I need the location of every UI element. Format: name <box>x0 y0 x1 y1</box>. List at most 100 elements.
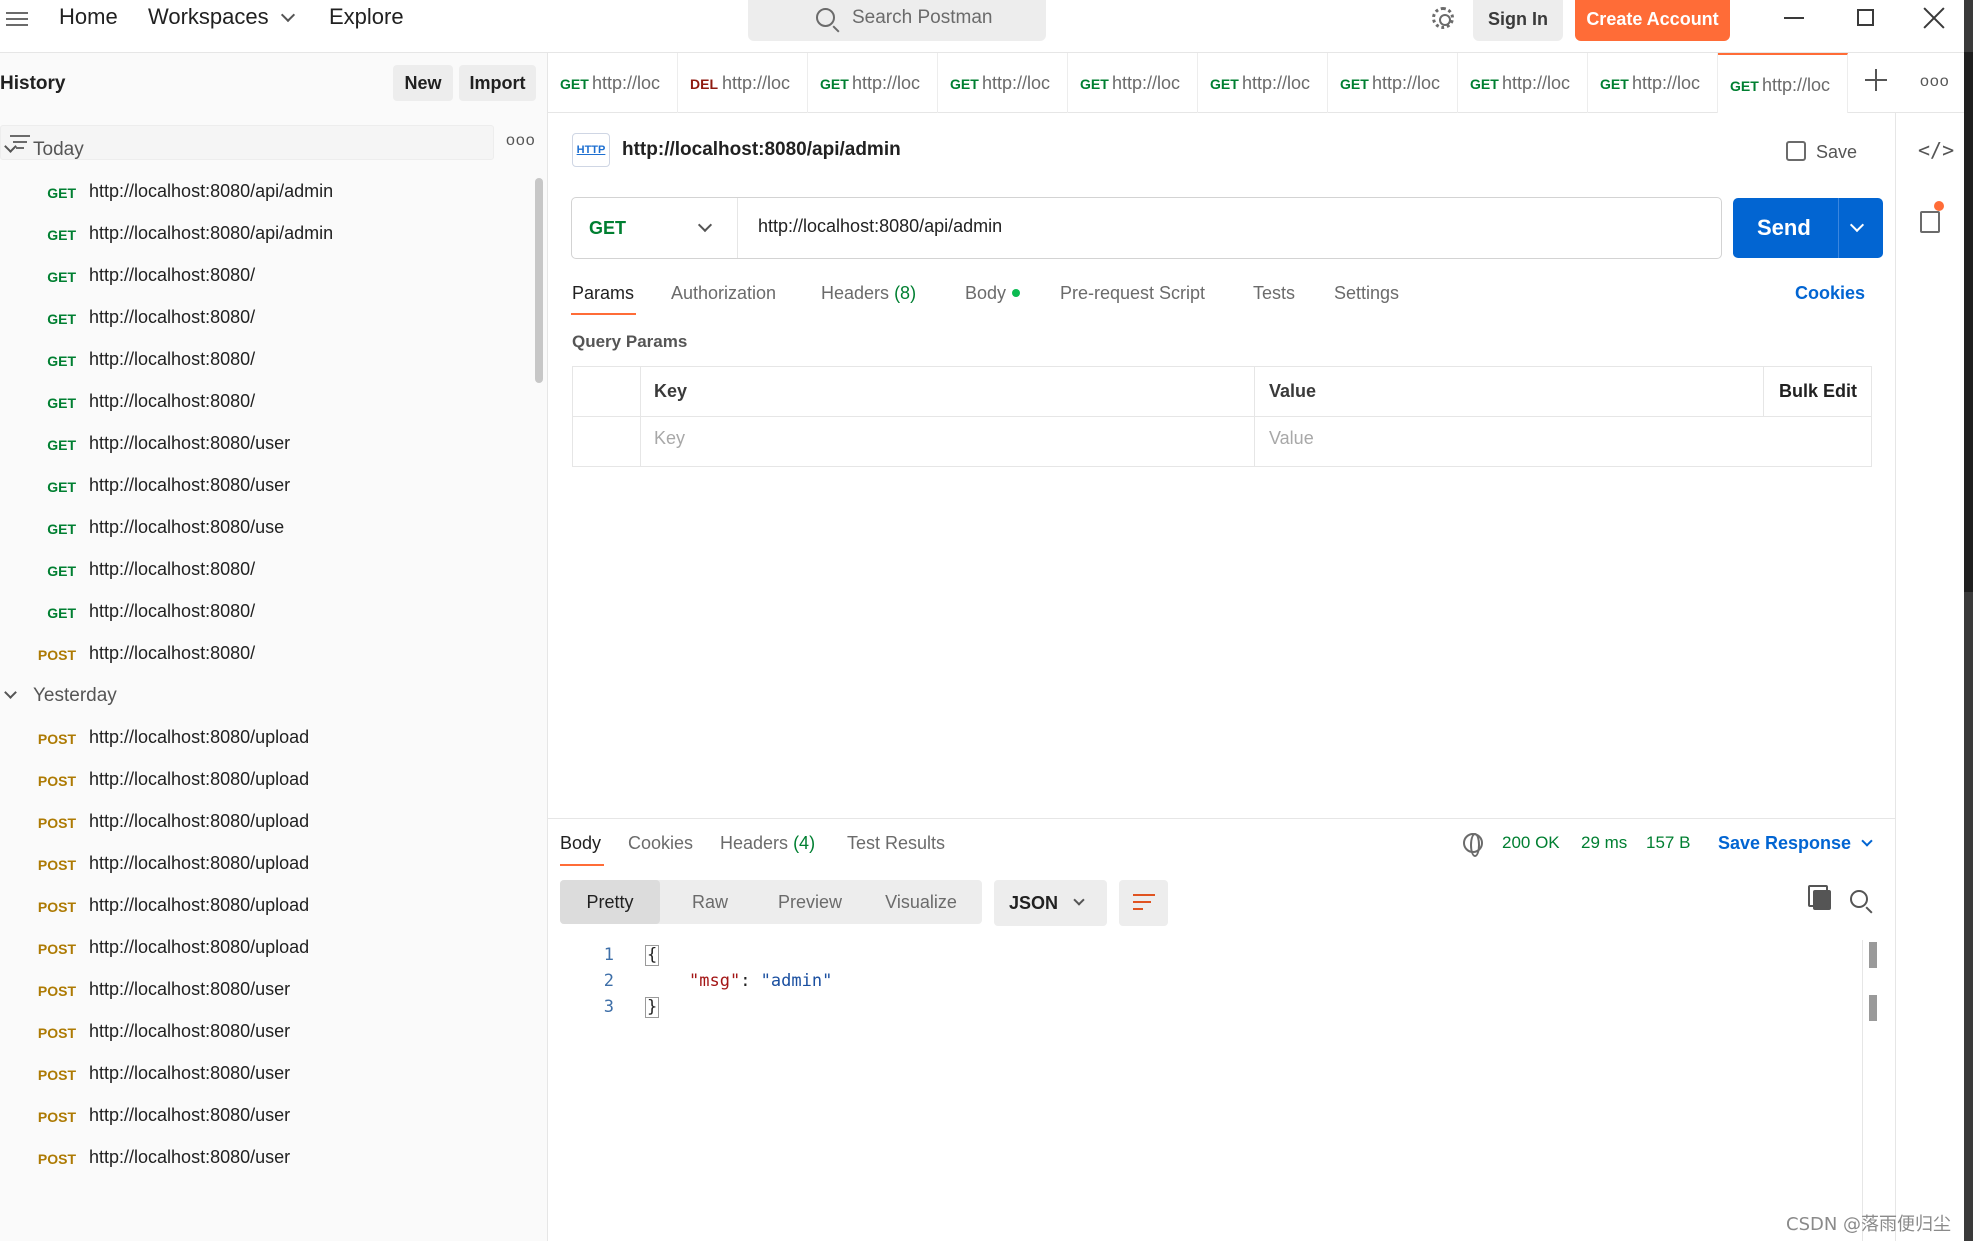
code-scrollbar-marker[interactable] <box>1869 995 1877 1021</box>
history-item[interactable]: GET http://localhost:8080/ <box>0 341 520 381</box>
value-input[interactable]: Value <box>1269 428 1314 449</box>
request-title[interactable]: http://localhost:8080/api/admin <box>622 139 901 161</box>
save-button[interactable]: Save <box>1786 138 1857 163</box>
response-size[interactable]: 157 B <box>1646 833 1690 853</box>
request-tab[interactable]: GET http://loc <box>808 53 938 113</box>
history-item[interactable]: POST http://localhost:8080/user <box>0 1013 520 1053</box>
request-tab[interactable]: GET http://loc <box>1328 53 1458 113</box>
tab-params[interactable]: Params <box>572 283 634 304</box>
search-response-icon[interactable] <box>1850 890 1868 908</box>
history-item[interactable]: GET http://localhost:8080/ <box>0 593 520 633</box>
response-divider[interactable] <box>548 818 1896 819</box>
tab-pre-request-script[interactable]: Pre-request Script <box>1060 283 1205 304</box>
view-visualize[interactable]: Visualize <box>860 880 982 924</box>
response-code-viewer[interactable]: 1 2 3 { "msg": "admin" } <box>560 940 1860 1040</box>
history-item[interactable]: POST http://localhost:8080/user <box>0 1097 520 1137</box>
history-item[interactable]: GET http://localhost:8080/ <box>0 257 520 297</box>
copy-icon[interactable] <box>1808 885 1831 910</box>
search-input[interactable]: Search Postman <box>748 0 1046 41</box>
tab-body[interactable]: Body <box>965 283 1021 304</box>
history-item[interactable]: GET http://localhost:8080/use <box>0 509 520 549</box>
history-item[interactable]: POST http://localhost:8080/user <box>0 1139 520 1179</box>
history-item[interactable]: GET http://localhost:8080/user <box>0 467 520 507</box>
history-item-method: POST <box>37 815 76 831</box>
documentation-icon[interactable] <box>1920 201 1944 233</box>
format-select[interactable]: JSON <box>994 880 1107 926</box>
response-tab-cookies[interactable]: Cookies <box>628 833 693 854</box>
request-tab[interactable]: GET http://loc <box>1588 53 1718 113</box>
tab-tests[interactable]: Tests <box>1253 283 1295 304</box>
send-button[interactable]: Send <box>1733 198 1883 258</box>
history-item-method: POST <box>37 647 76 663</box>
request-tab[interactable]: GET http://loc <box>548 53 678 113</box>
save-response-button[interactable]: Save Response <box>1718 833 1873 854</box>
code-scrollbar-marker[interactable] <box>1869 942 1877 968</box>
json-value: "admin" <box>760 971 833 991</box>
history-item-method: POST <box>37 983 76 999</box>
tabs-more-icon[interactable]: ooo <box>1920 73 1950 91</box>
menu-icon[interactable] <box>6 8 28 28</box>
code-snippet-icon[interactable]: </> <box>1918 138 1954 162</box>
history-item[interactable]: GET http://localhost:8080/user <box>0 425 520 465</box>
history-item[interactable]: GET http://localhost:8080/api/admin <box>0 215 520 255</box>
nav-home[interactable]: Home <box>59 4 118 30</box>
nav-workspaces[interactable]: Workspaces <box>148 4 295 30</box>
history-item[interactable]: GET http://localhost:8080/ <box>0 383 520 423</box>
history-item[interactable]: GET http://localhost:8080/api/admin <box>0 173 520 213</box>
cookies-link[interactable]: Cookies <box>1795 283 1865 304</box>
more-options-icon[interactable]: ooo <box>506 132 536 150</box>
request-tab[interactable]: DEL http://loc <box>678 53 808 113</box>
history-group-0[interactable]: Today <box>0 139 84 161</box>
minimize-icon[interactable] <box>1784 17 1804 19</box>
history-item-method: POST <box>37 857 76 873</box>
sign-in-button[interactable]: Sign In <box>1473 0 1563 41</box>
nav-explore[interactable]: Explore <box>329 4 404 30</box>
history-item[interactable]: GET http://localhost:8080/ <box>0 551 520 591</box>
history-item[interactable]: POST http://localhost:8080/ <box>0 635 520 675</box>
response-tab-test-results[interactable]: Test Results <box>847 833 945 854</box>
response-time[interactable]: 29 ms <box>1581 833 1627 853</box>
history-item[interactable]: POST http://localhost:8080/upload <box>0 845 520 885</box>
tab-headers[interactable]: Headers (8) <box>821 283 916 304</box>
request-tab[interactable]: GET http://loc <box>1068 53 1198 113</box>
view-raw[interactable]: Raw <box>660 880 760 924</box>
history-item[interactable]: POST http://localhost:8080/upload <box>0 719 520 759</box>
maximize-icon[interactable] <box>1857 9 1874 26</box>
status-code[interactable]: 200 OK <box>1502 833 1560 853</box>
response-tab-body[interactable]: Body <box>560 833 601 854</box>
globe-icon[interactable] <box>1463 833 1483 857</box>
new-tab-plus-icon[interactable] <box>1865 69 1887 91</box>
create-account-button[interactable]: Create Account <box>1575 0 1730 41</box>
history-item[interactable]: POST http://localhost:8080/upload <box>0 929 520 969</box>
window-scrollbar-thumb[interactable] <box>1964 52 1973 592</box>
history-group-1[interactable]: Yesterday <box>0 685 117 707</box>
gear-icon[interactable] <box>1432 7 1454 29</box>
view-preview[interactable]: Preview <box>760 880 860 924</box>
request-tab[interactable]: GET http://loc <box>1458 53 1588 113</box>
url-input[interactable]: http://localhost:8080/api/admin <box>758 216 1002 237</box>
history-item[interactable]: POST http://localhost:8080/upload <box>0 887 520 927</box>
method-select[interactable]: GET <box>572 198 738 258</box>
wrap-lines-button[interactable] <box>1119 880 1168 926</box>
history-item[interactable]: POST http://localhost:8080/upload <box>0 761 520 801</box>
history-item[interactable]: GET http://localhost:8080/ <box>0 299 520 339</box>
sidebar-scrollbar[interactable] <box>535 178 543 383</box>
request-tab[interactable]: GET http://loc <box>938 53 1068 113</box>
import-button[interactable]: Import <box>459 65 536 101</box>
json-line: "msg": "admin" <box>689 971 832 991</box>
request-tab[interactable]: GET http://loc <box>1718 53 1848 113</box>
bulk-edit-button[interactable]: Bulk Edit <box>1779 381 1857 402</box>
view-pretty[interactable]: Pretty <box>560 880 660 924</box>
history-item[interactable]: POST http://localhost:8080/upload <box>0 803 520 843</box>
send-options-chevron-icon[interactable] <box>1849 217 1865 233</box>
history-item[interactable]: POST http://localhost:8080/user <box>0 1055 520 1095</box>
tab-authorization[interactable]: Authorization <box>671 283 776 304</box>
tab-settings[interactable]: Settings <box>1334 283 1399 304</box>
key-input[interactable]: Key <box>654 428 685 449</box>
history-item-method: GET <box>47 605 76 621</box>
response-tab-headers[interactable]: Headers (4) <box>720 833 815 854</box>
new-button[interactable]: New <box>393 65 453 101</box>
history-item[interactable]: POST http://localhost:8080/user <box>0 971 520 1011</box>
request-tab[interactable]: GET http://loc <box>1198 53 1328 113</box>
close-icon[interactable] <box>1922 6 1946 30</box>
